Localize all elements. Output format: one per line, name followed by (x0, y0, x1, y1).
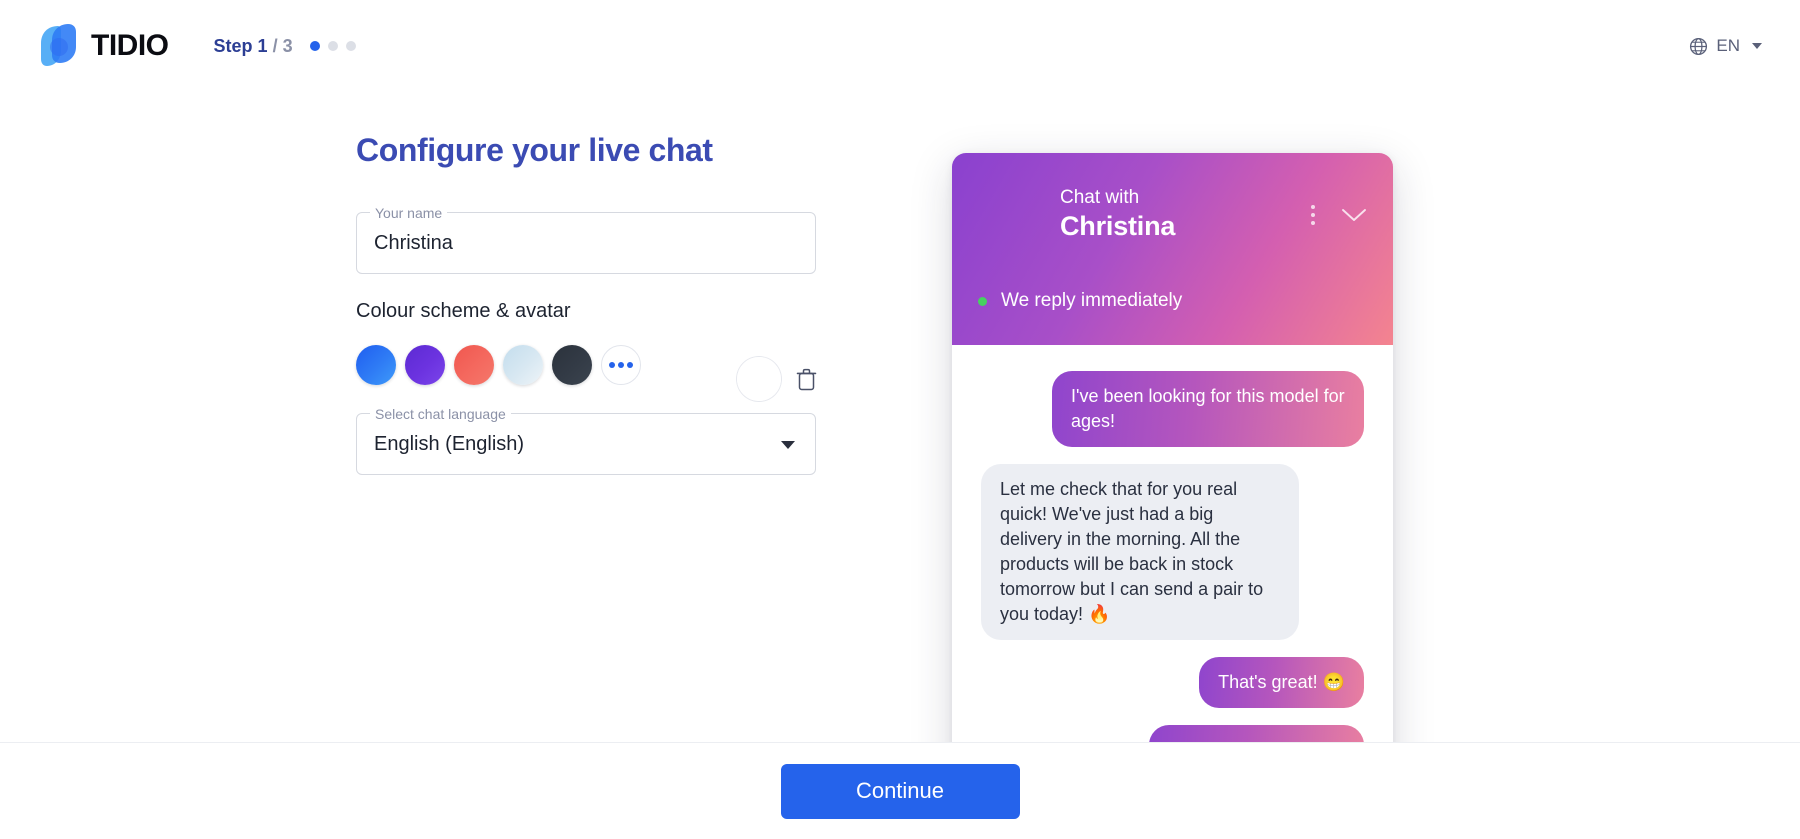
colour-swatch-light-blue[interactable] (503, 345, 543, 385)
main-stage: Configure your live chat Your name Chris… (0, 92, 1800, 742)
chat-with-label: Chat with (1060, 187, 1140, 208)
kebab-menu-icon[interactable] (1311, 204, 1315, 225)
your-name-input[interactable]: Christina (374, 213, 453, 273)
brand-wordmark: TIDIO (91, 29, 169, 62)
step-indicator: Step 1 / 3 (214, 36, 356, 57)
chevron-down-icon (1752, 43, 1762, 49)
step-word: Step (213, 35, 253, 56)
ui-language-value: EN (1716, 36, 1740, 55)
chat-widget-title-block: Chat with Christina (1060, 186, 1175, 243)
globe-icon (1690, 37, 1708, 55)
colour-scheme-label: Colour scheme & avatar (356, 300, 571, 322)
footer-bar: Continue (0, 742, 1800, 839)
brand-logo[interactable]: TIDIO (38, 23, 169, 69)
ellipsis-dot (609, 362, 615, 368)
avatar-group (737, 357, 817, 401)
chat-message-bubble: I've been looking for this model for age… (1052, 371, 1364, 447)
step-dot-1 (309, 41, 320, 51)
step-dots (309, 41, 356, 51)
chat-widget-header-actions (1311, 204, 1367, 225)
step-current: 1 (257, 35, 268, 56)
chat-message-bubble: Let me check that for you real quick! We… (981, 464, 1299, 640)
top-bar: TIDIO Step 1 / 3 EN (0, 0, 1800, 92)
chat-language-value: English (English) (374, 433, 525, 455)
avatar-thumbnail[interactable] (737, 357, 781, 401)
online-status-dot (978, 296, 987, 306)
page-title: Configure your live chat (356, 132, 713, 168)
step-text: Step 1 / 3 (214, 36, 293, 57)
agent-name: Christina (1060, 211, 1176, 241)
agent-avatar (978, 183, 1041, 246)
your-name-field[interactable]: Your name Christina (356, 204, 816, 274)
chat-widget-status-text: We reply immediately (1001, 290, 1183, 311)
ui-language-selector[interactable]: EN (1689, 36, 1762, 56)
configuration-form: Configure your live chat Your name Chris… (356, 132, 817, 501)
colour-swatch-blue[interactable] (356, 345, 396, 385)
ellipsis-dot (627, 362, 633, 368)
colour-swatch-purple[interactable] (405, 345, 445, 385)
chevron-down-icon[interactable] (781, 441, 795, 449)
step-separator: / (272, 35, 278, 56)
more-colours-button[interactable] (601, 345, 641, 385)
colour-swatch-row (356, 345, 641, 385)
chat-widget-status: We reply immediately (978, 290, 1182, 312)
chat-language-field[interactable]: Select chat language English (English) (356, 405, 816, 475)
ellipsis-dot (618, 362, 624, 368)
chat-widget-preview: Chat with Christina We reply immediately (952, 153, 1393, 742)
chat-widget-header: Chat with Christina We reply immediately (952, 153, 1393, 345)
colour-swatch-dark[interactable] (552, 345, 592, 385)
continue-button[interactable]: Continue (780, 763, 1020, 819)
colour-swatch-red[interactable] (454, 345, 494, 385)
tidio-chat-bubble-logo-icon (41, 24, 76, 66)
trash-icon[interactable] (796, 368, 817, 391)
chat-message-bubble: Thank you very much! (1148, 725, 1364, 742)
step-dot-2 (327, 41, 338, 51)
step-dot-3 (345, 41, 356, 51)
step-total: 3 (282, 35, 293, 56)
chat-message-list: I've been looking for this model for age… (952, 345, 1393, 742)
chat-message-bubble: That's great! 😁 (1199, 657, 1364, 708)
chevron-down-icon[interactable] (1341, 208, 1367, 222)
